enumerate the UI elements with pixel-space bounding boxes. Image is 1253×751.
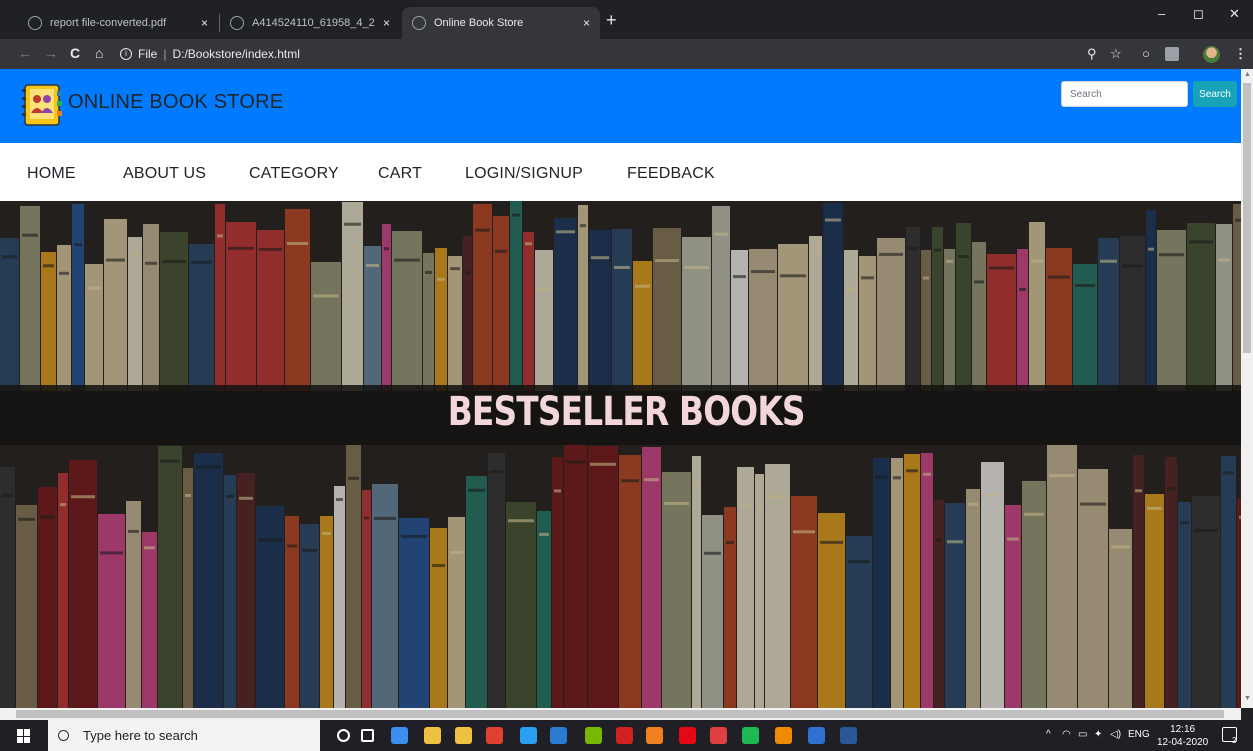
site-header: ONLINE BOOK STORE Search: [0, 69, 1241, 143]
home-icon[interactable]: ⌂: [95, 45, 103, 61]
profile-avatar[interactable]: [1203, 46, 1220, 63]
close-tab-icon[interactable]: ×: [383, 16, 390, 30]
notification-count: 2: [1232, 736, 1237, 745]
nav-feedback[interactable]: FEEDBACK: [627, 165, 715, 183]
minimize-button[interactable]: –: [1158, 6, 1165, 21]
maximize-button[interactable]: ◻: [1193, 6, 1204, 22]
vertical-scrollbar[interactable]: ▲ ▼: [1241, 69, 1253, 708]
bookshelf-image: [0, 201, 1241, 708]
tab-title: A414524110_61958_4_2020_Final: [252, 17, 375, 29]
tab-title: Online Book Store: [434, 17, 524, 29]
search-extension-icon[interactable]: ○: [1142, 46, 1150, 61]
tab-title: report file-converted.pdf: [50, 17, 167, 29]
tab-report-pdf[interactable]: report file-converted.pdf ×: [18, 7, 218, 39]
search-button[interactable]: Search: [1193, 81, 1237, 107]
nav-category[interactable]: CATEGORY: [249, 165, 339, 183]
address-scheme: File: [138, 47, 158, 61]
browser-toolbar: ← → C ⌂ i File | D:/Bookstore/index.html…: [0, 39, 1253, 69]
vlc-icon[interactable]: [775, 727, 792, 744]
windows-taskbar: Type here to search ^ ◠ ▭ ✦ ◁) ENG 12:16…: [0, 720, 1253, 751]
windows-start-icon[interactable]: [17, 729, 31, 743]
new-tab-button[interactable]: +: [606, 10, 617, 31]
acrobat-icon[interactable]: [616, 727, 633, 744]
globe-icon: [412, 16, 426, 30]
dropbox-icon[interactable]: ✦: [1094, 729, 1102, 740]
close-tab-icon[interactable]: ×: [583, 16, 590, 30]
tray-chevron-icon[interactable]: ^: [1046, 729, 1051, 740]
task-view-icon[interactable]: [361, 729, 374, 742]
taskbar-search-placeholder: Type here to search: [83, 728, 198, 743]
browser-tab-strip: report file-converted.pdf × A414524110_6…: [0, 0, 1253, 39]
close-tab-icon[interactable]: ×: [201, 16, 208, 30]
nav-about-us[interactable]: ABOUT US: [123, 165, 206, 183]
brand-name[interactable]: ONLINE BOOK STORE: [68, 91, 283, 114]
reload-icon[interactable]: C: [70, 45, 80, 61]
nav-login-signup[interactable]: LOGIN/SIGNUP: [465, 165, 583, 183]
extension-icon[interactable]: [1165, 47, 1179, 61]
word-icon[interactable]: [840, 727, 857, 744]
info-icon[interactable]: i: [120, 48, 132, 60]
battery-icon[interactable]: ▭: [1078, 729, 1087, 740]
chrome-remote-icon[interactable]: [808, 727, 825, 744]
edge-icon[interactable]: [391, 727, 408, 744]
network-icon[interactable]: ◠: [1062, 729, 1071, 740]
nav-home[interactable]: HOME: [27, 165, 76, 183]
clock-time: 12:16: [1170, 724, 1196, 735]
hero-title: BESTSELLER BOOKS: [447, 389, 806, 435]
back-arrow-icon[interactable]: ←: [18, 45, 32, 61]
store-icon[interactable]: [424, 727, 441, 744]
bookmark-star-icon[interactable]: ☆: [1110, 46, 1122, 62]
language-indicator[interactable]: ENG: [1128, 729, 1150, 740]
blender-icon[interactable]: [646, 727, 663, 744]
horizontal-scrollbar[interactable]: [0, 708, 1241, 720]
globe-icon: [230, 16, 244, 30]
taskbar-search[interactable]: Type here to search: [48, 720, 320, 751]
mail-icon[interactable]: [550, 727, 567, 744]
menu-kebab-icon[interactable]: ⋮: [1234, 46, 1247, 62]
chrome-icon[interactable]: [486, 727, 503, 744]
tab-online-book-store[interactable]: Online Book Store ×: [402, 7, 600, 39]
main-nav: HOME ABOUT US CATEGORY CART LOGIN/SIGNUP…: [0, 143, 1241, 203]
file-explorer-icon[interactable]: [455, 727, 472, 744]
zoom-icon[interactable]: ⚲: [1087, 46, 1097, 62]
address-path: D:/Bookstore/index.html: [172, 47, 300, 61]
tab-assignment[interactable]: A414524110_61958_4_2020_Final ×: [220, 7, 400, 39]
cortana-icon[interactable]: [337, 729, 350, 742]
search-icon: [58, 730, 69, 741]
vscode-icon[interactable]: [520, 727, 537, 744]
opera-icon[interactable]: [710, 727, 727, 744]
address-bar[interactable]: i File | D:/Bookstore/index.html: [120, 44, 300, 64]
globe-icon: [28, 16, 42, 30]
nvidia-icon[interactable]: [585, 727, 602, 744]
forward-arrow-icon[interactable]: →: [44, 45, 58, 61]
nav-cart[interactable]: CART: [378, 165, 422, 183]
search-input[interactable]: [1061, 81, 1188, 107]
book-logo-icon: [22, 84, 62, 126]
clock[interactable]: 12:16 12-04-2020: [1157, 723, 1208, 749]
web-page: ONLINE BOOK STORE Search HOME ABOUT US C…: [0, 69, 1241, 708]
volume-icon[interactable]: ◁): [1110, 729, 1121, 740]
spotify-icon[interactable]: [742, 727, 759, 744]
hero-banner: BESTSELLER BOOKS: [0, 201, 1241, 708]
netflix-icon[interactable]: [679, 727, 696, 744]
clock-date: 12-04-2020: [1157, 737, 1209, 748]
close-window-button[interactable]: ✕: [1229, 6, 1240, 22]
